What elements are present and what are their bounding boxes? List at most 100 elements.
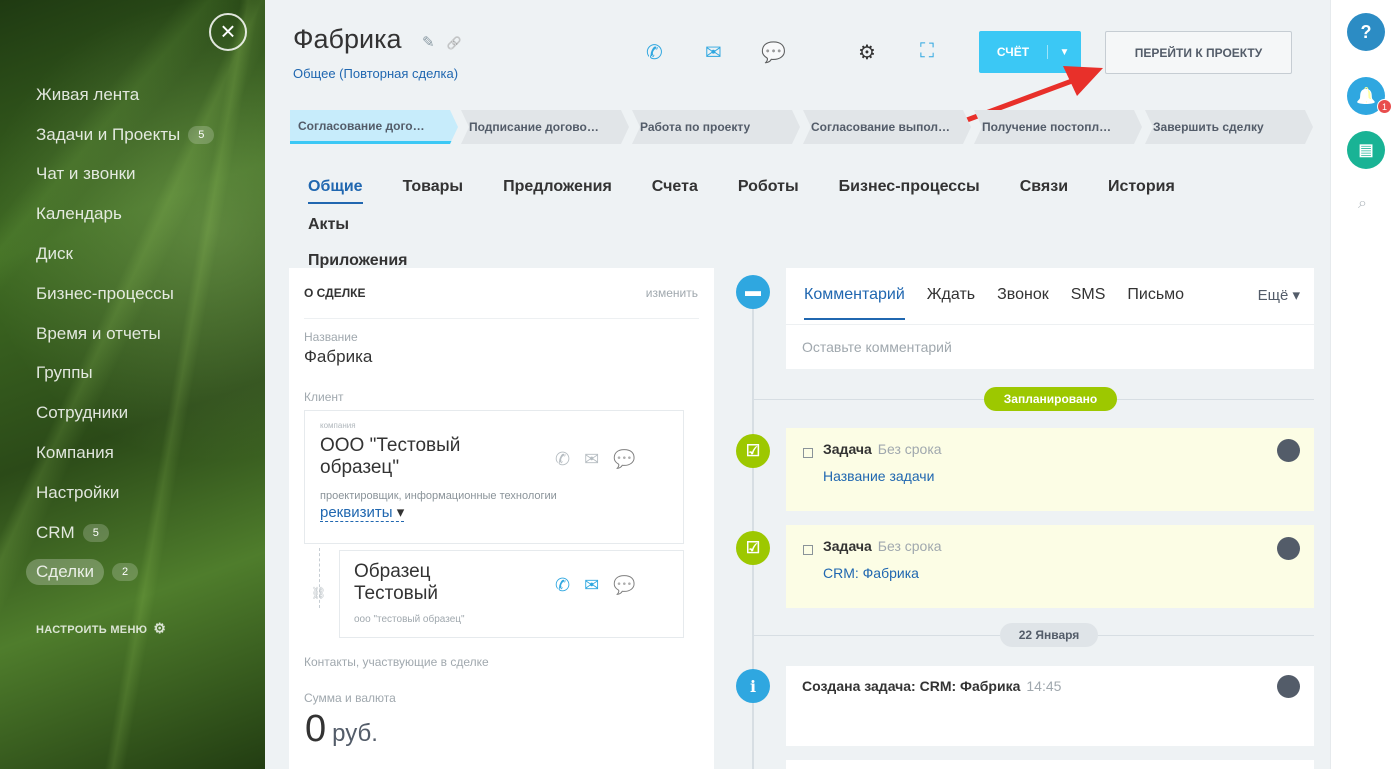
tab-sms[interactable]: SMS <box>1071 286 1106 320</box>
notification-count-badge: 1 <box>1377 99 1392 114</box>
contact-contact-icons: ✆ ✉ 💬 <box>555 575 636 596</box>
stage-item[interactable]: Согласование дого… <box>290 110 458 144</box>
sidebar-item-bizproc[interactable]: Бизнес-процессы <box>36 274 214 314</box>
contact-name[interactable]: Образец Тестовый <box>354 561 494 605</box>
configure-menu-button[interactable]: НАСТРОИТЬ МЕНЮ ⚙ <box>36 620 166 637</box>
tab-bizproc[interactable]: Бизнес-процессы <box>839 178 980 204</box>
search-icon[interactable]: ⌕ <box>1358 195 1367 213</box>
sidebar-item-crm[interactable]: CRM 5 <box>36 513 214 553</box>
tab-comment[interactable]: Комментарий <box>804 286 905 320</box>
tab-history[interactable]: История <box>1108 178 1175 204</box>
company-name[interactable]: ООО "Тестовый образец" <box>320 435 520 479</box>
task-title: Задача Без срока <box>823 441 942 457</box>
mail-icon[interactable]: ✉ <box>584 575 599 596</box>
gear-icon: ⚙ <box>153 620 167 636</box>
close-menu-icon[interactable]: × <box>209 13 247 51</box>
sidebar-item-feed[interactable]: Живая лента <box>36 75 214 115</box>
tab-products[interactable]: Товары <box>403 178 464 204</box>
requisites-link[interactable]: реквизиты ▾ <box>320 503 405 522</box>
sidebar-item-deals[interactable]: Сделки 2 <box>26 553 214 593</box>
tab-relations[interactable]: Связи <box>1020 178 1068 204</box>
avatar[interactable] <box>1277 537 1300 560</box>
chat-icon[interactable]: ▤ <box>1347 131 1385 169</box>
link-icon[interactable]: 🔗 <box>447 36 462 50</box>
gear-icon[interactable]: ⚙ <box>858 40 876 65</box>
chat-icon[interactable]: 💬 <box>761 40 786 65</box>
tab-acts[interactable]: Акты <box>308 216 349 240</box>
task-checkbox[interactable] <box>803 545 813 555</box>
help-icon[interactable]: ? <box>1347 13 1385 51</box>
date-badge: 22 Января <box>1000 623 1098 647</box>
more-menu[interactable]: Ещё ▾ <box>1258 286 1300 304</box>
chat-icon[interactable]: 💬 <box>613 449 635 470</box>
deal-tabs: Общие Товары Предложения Счета Роботы Би… <box>308 178 1268 276</box>
chevron-down-icon: ▾ <box>396 504 405 521</box>
pencil-icon[interactable]: ✎ <box>422 34 435 51</box>
sidebar-item-groups[interactable]: Группы <box>36 354 214 394</box>
go-to-project-button[interactable]: ПЕРЕЙТИ К ПРОЕКТУ <box>1105 31 1292 74</box>
stage-item[interactable]: Завершить сделку <box>1145 110 1313 144</box>
task-card: Задача Без срока CRM: Фабрика <box>786 525 1314 608</box>
sidebar-item-company[interactable]: Компания <box>36 433 214 473</box>
task-check-icon: ☑ <box>736 434 770 468</box>
invoice-label: СЧЁТ <box>979 45 1048 59</box>
avatar[interactable] <box>1277 675 1300 698</box>
avatar[interactable] <box>1277 439 1300 462</box>
scan-icon[interactable]: ⛶ <box>920 40 934 63</box>
sidebar-item-calendar[interactable]: Календарь <box>36 194 214 234</box>
sidebar-item-employees[interactable]: Сотрудники <box>36 393 214 433</box>
phone-icon[interactable]: ✆ <box>555 449 570 470</box>
crm-count-badge: 5 <box>82 523 109 542</box>
sidebar-item-disk[interactable]: Диск <box>36 234 214 274</box>
sidebar-item-settings[interactable]: Настройки <box>36 473 214 513</box>
contacts-label: Контакты, участвующие в сделке <box>304 655 489 669</box>
divider <box>304 318 699 319</box>
chat-icon[interactable]: 💬 <box>613 575 635 596</box>
client-label: Клиент <box>304 390 344 404</box>
panel-heading: О СДЕЛКЕ <box>304 286 366 300</box>
tasks-count-badge: 5 <box>188 125 215 144</box>
task-check-icon: ☑ <box>736 531 770 565</box>
sidebar-item-time[interactable]: Время и отчеты <box>36 314 214 354</box>
sidebar-item-tasks[interactable]: Задачи и Проекты 5 <box>36 115 215 155</box>
event-time: 14:45 <box>1026 678 1062 694</box>
task-title: Задача Без срока <box>823 538 942 554</box>
page-title: Фабрика <box>293 24 402 54</box>
name-value: Фабрика <box>304 347 373 366</box>
comment-input[interactable]: Оставьте комментарий <box>786 324 1314 369</box>
sidebar: × Живая лента Задачи и Проекты 5 Чат и зв… <box>0 0 265 769</box>
tab-email[interactable]: Письмо <box>1127 286 1184 320</box>
tab-quotes[interactable]: Предложения <box>503 178 612 204</box>
phone-icon[interactable]: ✆ <box>646 40 663 65</box>
company-description: проектировщик, информационные технологии <box>320 490 557 502</box>
edit-link[interactable]: изменить <box>646 286 698 300</box>
task-link[interactable]: Название задачи <box>823 468 934 484</box>
contact-card: Образец Тестовый ✆ ✉ 💬 ооо "тестовый обр… <box>339 550 684 638</box>
link-icon: ⛓ <box>311 586 327 600</box>
activity-tabs: Комментарий Ждать Звонок SMS Письмо <box>804 286 1184 320</box>
task-card: Задача Без срока Название задачи <box>786 428 1314 511</box>
tab-invoices[interactable]: Счета <box>652 178 698 204</box>
right-rail <box>1330 0 1400 769</box>
deal-stages: Согласование дого… Подписание догово… Ра… <box>290 110 1316 144</box>
chevron-down-icon[interactable]: ▼ <box>1048 47 1081 58</box>
task-deadline: Без срока <box>877 441 942 457</box>
phone-icon[interactable]: ✆ <box>555 575 570 596</box>
task-link[interactable]: CRM: Фабрика <box>823 565 919 581</box>
tab-general[interactable]: Общие <box>308 178 363 204</box>
stage-item[interactable]: Подписание догово… <box>461 110 629 144</box>
mail-icon[interactable]: ✉ <box>584 449 599 470</box>
deal-category[interactable]: Общее (Повторная сделка) <box>293 66 458 81</box>
stage-item[interactable]: Получение постопл… <box>974 110 1142 144</box>
sidebar-item-chat[interactable]: Чат и звонки <box>36 155 214 195</box>
stage-item[interactable]: Работа по проекту <box>632 110 800 144</box>
task-checkbox[interactable] <box>803 448 813 458</box>
tab-wait[interactable]: Ждать <box>927 286 975 320</box>
stage-item[interactable]: Согласование выпол… <box>803 110 971 144</box>
contact-company: ооо "тестовый образец" <box>354 614 465 625</box>
title-actions: ✎ 🔗 <box>422 33 462 51</box>
tab-call[interactable]: Звонок <box>997 286 1049 320</box>
tab-robots[interactable]: Роботы <box>738 178 799 204</box>
company-contact-icons: ✆ ✉ 💬 <box>555 449 636 470</box>
mail-icon[interactable]: ✉ <box>705 40 722 65</box>
